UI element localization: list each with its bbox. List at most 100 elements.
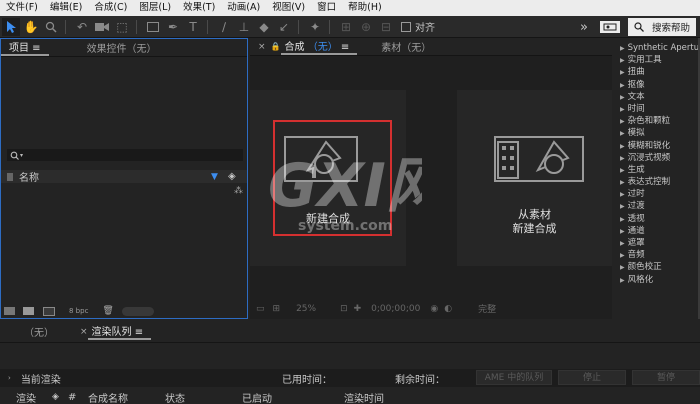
expand-triangle-icon[interactable]: ▶ [620,143,625,150]
effects-category-item[interactable]: ▶ 透视 [614,213,700,225]
menu-window[interactable]: 窗口 [311,0,342,16]
interpret-footage-icon[interactable] [4,307,15,315]
expand-triangle-icon[interactable]: ▶ [620,94,625,101]
tab-timeline-none[interactable]: （无） [16,324,62,339]
sort-chevron-icon[interactable]: ▼ [211,172,218,182]
view-axis-mode-icon[interactable]: ⊟ [377,18,395,36]
pause-button[interactable]: 暂停 [632,370,700,385]
snap-checkbox[interactable] [401,21,411,32]
world-axis-mode-icon[interactable]: ⊕ [357,18,375,36]
tab-render-queue[interactable]: 渲染队列 ≡ [87,323,152,340]
rectangle-tool-icon[interactable] [144,18,162,36]
expand-triangle-icon[interactable]: ▶ [620,155,625,162]
effects-category-item[interactable]: ▶ 表达式控制 [614,176,700,188]
menu-help[interactable]: 帮助(H) [342,0,388,16]
hand-tool-icon[interactable]: ✋ [22,18,40,36]
effects-category-item[interactable]: ▶ 过渡 [614,200,700,212]
type-tool-icon[interactable]: T [184,18,202,36]
menu-file[interactable]: 文件(F) [0,0,44,16]
col-number[interactable]: # [68,392,76,403]
menu-view[interactable]: 视图(V) [266,0,311,16]
local-axis-mode-icon[interactable]: ⊞ [337,18,355,36]
roto-brush-tool-icon[interactable]: ↙ [275,18,293,36]
sync-settings-icon[interactable] [599,21,620,33]
expand-triangle-icon[interactable]: ▶ [620,240,625,247]
label-tag-icon[interactable]: ◈ [52,392,59,402]
clone-stamp-tool-icon[interactable]: ⊥ [235,18,253,36]
expand-triangle-icon[interactable]: ▶ [620,69,625,76]
effects-category-item[interactable]: ▶ 杂色和颗粒 [614,115,700,127]
expand-triangle-icon[interactable]: ▶ [620,277,625,284]
col-started[interactable]: 已启动 [242,390,272,404]
menu-layer[interactable]: 图层(L) [133,0,177,16]
effects-category-item[interactable]: ▶ 时间 [614,103,700,115]
new-composition-icon[interactable] [43,306,55,316]
expand-triangle-icon[interactable]: ▶ [620,57,625,64]
trash-icon[interactable]: 🗑 [102,306,113,316]
close-icon[interactable]: × [258,42,266,52]
menu-edit[interactable]: 编辑(E) [44,0,88,16]
col-render[interactable]: 渲染 [16,390,36,404]
expand-triangle-icon[interactable]: ▶ [620,228,625,235]
effects-category-item[interactable]: ▶ 通道 [614,225,700,237]
chevron-right-icon[interactable]: › [8,374,11,382]
zoom-tool-icon[interactable] [42,18,60,36]
queue-in-ame-button[interactable]: AME 中的队列 [476,370,552,385]
expand-triangle-icon[interactable]: ▶ [620,130,625,137]
menu-effect[interactable]: 效果(T) [177,0,221,16]
expand-triangle-icon[interactable]: ▶ [620,106,625,113]
effects-category-item[interactable]: ▶ 抠像 [614,79,700,91]
tab-footage[interactable]: 素材（无） [373,39,439,54]
close-icon[interactable]: × [80,327,88,337]
effects-category-item[interactable]: ▶ 颜色校正 [614,261,700,273]
expand-triangle-icon[interactable]: ▶ [620,167,625,174]
effects-category-item[interactable]: ▶ 生成 [614,164,700,176]
effects-category-item[interactable]: ▶ 模糊和锐化 [614,140,700,152]
col-render-time[interactable]: 渲染时间 [344,390,384,404]
menu-composition[interactable]: 合成(C) [88,0,133,16]
new-folder-icon[interactable] [23,307,34,315]
new-composition-tile[interactable]: 新建合成 [250,90,406,266]
brush-tool-icon[interactable]: ∕ [215,18,233,36]
expand-triangle-icon[interactable]: ▶ [620,179,625,186]
effects-category-item[interactable]: ▶ 模拟 [614,127,700,139]
expand-triangle-icon[interactable]: ▶ [620,203,625,210]
expand-triangle-icon[interactable]: ▶ [620,82,625,89]
menu-animation[interactable]: 动画(A) [221,0,266,16]
effects-category-item[interactable]: ▶ 遮罩 [614,237,700,249]
flowchart-icon[interactable]: ⁂ [234,186,243,196]
search-help-field[interactable]: 搜索帮助 [627,18,696,36]
camera-tool-icon[interactable] [93,18,111,36]
stop-button[interactable]: 停止 [558,370,626,385]
puppet-pin-tool-icon[interactable]: ✦ [306,18,324,36]
expand-triangle-icon[interactable]: ▶ [620,264,625,271]
selection-tool-icon[interactable] [2,17,20,36]
effects-category-item[interactable]: ▶ Synthetic Aperture [614,42,700,54]
effects-category-item[interactable]: ▶ 实用工具 [614,54,700,66]
pen-tool-icon[interactable]: ✒ [164,18,182,36]
effects-category-item[interactable]: ▶ 风格化 [614,274,700,286]
lock-icon[interactable]: 🔒 [271,42,281,51]
effects-category-item[interactable]: ▶ 文本 [614,91,700,103]
col-comp-name[interactable]: 合成名称 [88,390,128,404]
effects-category-item[interactable]: ▶ 沉浸式视频 [614,152,700,164]
rotate-tool-icon[interactable]: ↶ [73,18,91,36]
expand-triangle-icon[interactable]: ▶ [620,45,625,52]
expand-triangle-icon[interactable]: ▶ [620,118,625,125]
tab-project[interactable]: 项目 ≡ [1,39,49,56]
eraser-tool-icon[interactable]: ◆ [255,18,273,36]
new-comp-from-footage-tile[interactable]: 从素材 新建合成 [457,90,612,266]
effects-category-item[interactable]: ▶ 过时 [614,188,700,200]
expand-triangle-icon[interactable]: ▶ [620,216,625,223]
col-status[interactable]: 状态 [165,390,185,404]
pan-behind-tool-icon[interactable]: ⬚ [113,18,131,36]
effects-category-item[interactable]: ▶ 扭曲 [614,66,700,78]
tab-effect-controls[interactable]: 效果控件（无） [79,40,165,55]
expand-triangle-icon[interactable]: ▶ [620,252,625,259]
tab-composition[interactable]: 合成 （无） ≡ [280,38,358,55]
expand-triangle-icon[interactable]: ▶ [620,191,625,198]
project-search-input[interactable]: ▾ [7,149,243,161]
workspace-expand-button[interactable]: » [580,20,588,35]
bpc-label[interactable]: 8 bpc [69,307,88,315]
project-scrollbar[interactable] [121,306,154,316]
